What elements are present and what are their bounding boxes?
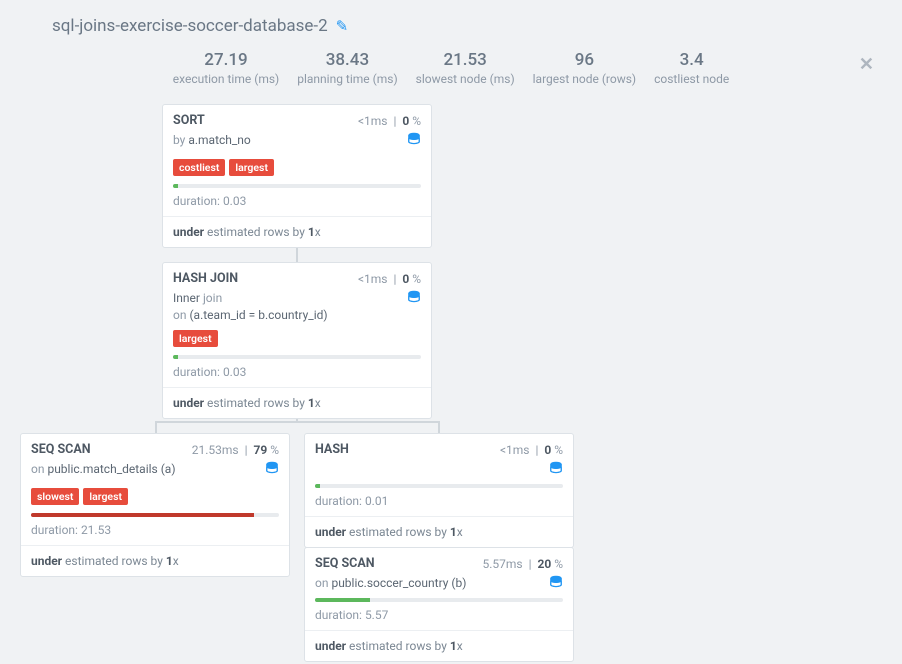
stats-bar: 27.19 execution time (ms) 38.43 planning…: [0, 44, 902, 104]
stat-label: planning time (ms): [297, 72, 397, 86]
node-title: SEQ SCAN: [315, 556, 375, 571]
duration-bar: [315, 484, 320, 488]
node-title: SEQ SCAN: [31, 442, 91, 457]
page-title: sql-joins-exercise-soccer-database-2: [52, 16, 328, 36]
stat-value: 96: [533, 50, 636, 70]
duration-bar: [173, 184, 178, 188]
node-badges: costliest largest: [163, 155, 431, 184]
database-icon[interactable]: [265, 461, 279, 482]
node-duration: duration: 0.01: [305, 492, 573, 516]
database-icon[interactable]: [407, 290, 421, 311]
stat-value: 27.19: [173, 50, 279, 70]
database-icon[interactable]: [549, 461, 563, 482]
stat-largest-node: 96 largest node (rows): [533, 50, 636, 86]
node-metrics: <1ms | 0 %: [500, 443, 563, 457]
stat-value: 3.4: [654, 50, 729, 70]
connector: [438, 421, 440, 433]
database-icon[interactable]: [407, 132, 421, 153]
stat-value: 38.43: [297, 50, 397, 70]
badge-costliest: costliest: [173, 159, 225, 176]
plan-node-hash[interactable]: HASH <1ms | 0 % duration: 0.01 under est…: [304, 433, 574, 548]
stat-exec-time: 27.19 execution time (ms): [173, 50, 279, 86]
node-metrics: <1ms | 0 %: [358, 114, 421, 128]
database-icon[interactable]: [549, 575, 563, 596]
connector: [155, 421, 440, 423]
node-duration: duration: 0.03: [163, 192, 431, 216]
badge-slowest: slowest: [31, 488, 79, 505]
node-duration: duration: 0.03: [163, 363, 431, 387]
node-metrics: <1ms | 0 %: [358, 272, 421, 286]
edit-icon[interactable]: ✎: [336, 17, 349, 35]
node-title: SORT: [173, 113, 205, 128]
plan-tree: SORT <1ms | 0 % by a.match_no costliest …: [0, 104, 902, 664]
plan-node-sort[interactable]: SORT <1ms | 0 % by a.match_no costliest …: [162, 104, 432, 248]
node-duration: duration: 5.57: [305, 606, 573, 630]
duration-bar: [315, 598, 370, 602]
node-badges: largest: [163, 326, 431, 355]
stat-label: largest node (rows): [533, 72, 636, 86]
duration-bar: [31, 513, 254, 517]
node-metrics: 21.53ms | 79 %: [192, 443, 279, 457]
stat-label: costliest node: [654, 72, 729, 86]
badge-largest: largest: [83, 488, 128, 505]
plan-node-seqscan-left[interactable]: SEQ SCAN 21.53ms | 79 % on public.match_…: [20, 433, 290, 577]
stat-costliest-node: 3.4 costliest node: [654, 50, 729, 86]
close-icon[interactable]: ✕: [859, 54, 874, 75]
stat-value: 21.53: [416, 50, 515, 70]
node-estimate: under estimated rows by 1x: [163, 387, 431, 418]
node-metrics: 5.57ms | 20 %: [482, 557, 563, 571]
stat-plan-time: 38.43 planning time (ms): [297, 50, 397, 86]
node-estimate: under estimated rows by 1x: [305, 516, 573, 547]
stat-label: slowest node (ms): [416, 72, 515, 86]
node-duration: duration: 21.53: [21, 521, 289, 545]
badge-largest: largest: [229, 159, 274, 176]
connector: [296, 248, 298, 262]
stat-slowest-node: 21.53 slowest node (ms): [416, 50, 515, 86]
node-title: HASH: [315, 442, 349, 457]
plan-node-hashjoin[interactable]: HASH JOIN <1ms | 0 % Inner join on (a.te…: [162, 262, 432, 419]
duration-bar: [173, 355, 178, 359]
connector: [155, 421, 157, 433]
node-estimate: under estimated rows by 1x: [21, 545, 289, 576]
node-title: HASH JOIN: [173, 271, 238, 286]
node-badges: slowest largest: [21, 484, 289, 513]
stat-label: execution time (ms): [173, 72, 279, 86]
plan-node-seqscan-right[interactable]: SEQ SCAN 5.57ms | 20 % on public.soccer_…: [304, 547, 574, 662]
badge-largest: largest: [173, 330, 218, 347]
node-estimate: under estimated rows by 1x: [305, 630, 573, 661]
node-estimate: under estimated rows by 1x: [163, 216, 431, 247]
